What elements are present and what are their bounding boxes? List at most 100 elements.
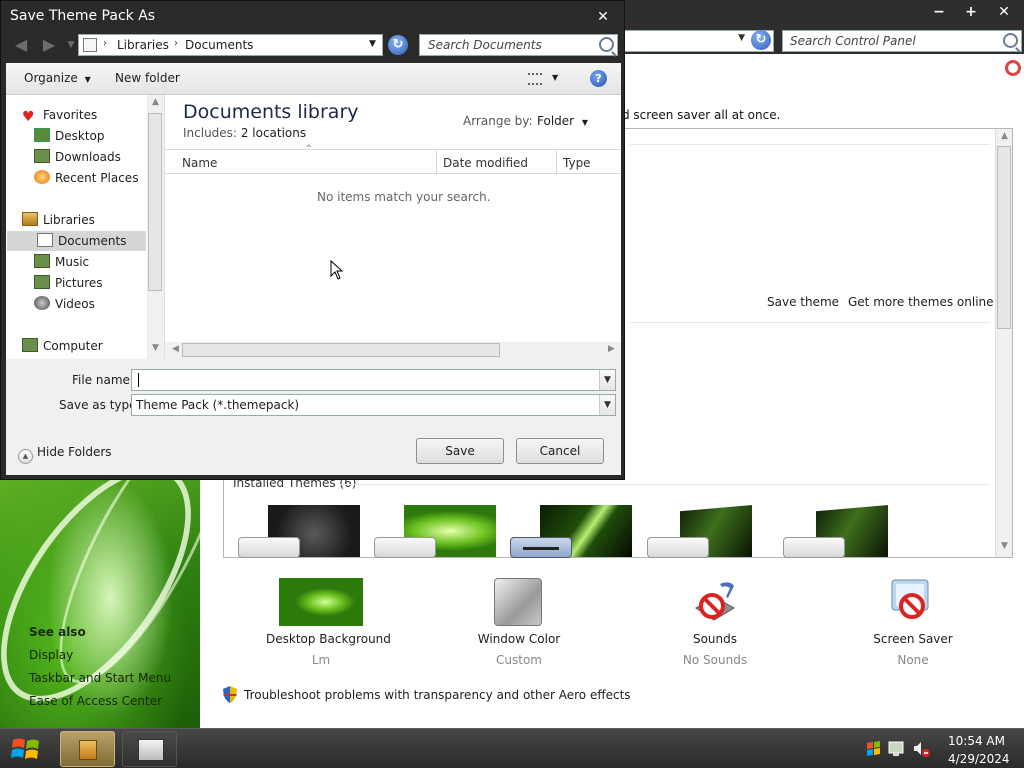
cp-maximize-button[interactable]: + — [957, 2, 985, 22]
file-list-horizontal-scrollbar[interactable]: ◀ ▶ — [165, 342, 621, 359]
cp-search-input[interactable]: Search Control Panel — [782, 30, 1022, 52]
column-name[interactable]: Name — [182, 156, 217, 170]
organize-label: Organize — [24, 71, 78, 85]
dialog-close-button[interactable]: ✕ — [589, 7, 617, 27]
back-arrow-icon[interactable]: ◀ — [11, 36, 31, 54]
see-also-ease-of-access-link[interactable]: Ease of Access Center — [29, 694, 162, 708]
dialog-search-placeholder: Search Documents — [428, 38, 542, 52]
organize-button[interactable]: Organize ▼ — [24, 71, 91, 85]
nav-downloads[interactable]: Downloads — [34, 147, 158, 167]
get-more-themes-link[interactable]: Get more themes online — [848, 295, 994, 309]
search-icon[interactable] — [1003, 33, 1018, 48]
desktop-background-label[interactable]: Desktop Background — [266, 632, 391, 646]
breadcrumb-separator-icon: › — [103, 38, 107, 49]
cp-minimize-button[interactable]: − — [925, 2, 953, 22]
nav-desktop-label: Desktop — [55, 129, 105, 143]
view-options-icon[interactable] — [528, 73, 542, 85]
forward-arrow-icon[interactable]: ▶ — [39, 36, 59, 54]
refresh-icon[interactable]: ↻ — [751, 30, 771, 50]
search-icon[interactable] — [599, 37, 614, 52]
scroll-thumb[interactable] — [997, 146, 1011, 329]
window-color-icon[interactable] — [494, 578, 542, 626]
save-as-type-select[interactable]: Theme Pack (*.themepack) ▼ — [131, 394, 616, 416]
arrange-by-label: Arrange by: — [463, 114, 533, 128]
dialog-search-input[interactable]: Search Documents — [419, 34, 618, 56]
dialog-address-bar[interactable]: › Libraries › Documents ▼ — [78, 34, 383, 56]
taskbar-control-panel[interactable] — [122, 731, 177, 767]
new-folder-button[interactable]: New folder — [115, 71, 180, 85]
column-type[interactable]: Type — [563, 156, 591, 170]
scroll-thumb[interactable] — [182, 343, 500, 357]
taskbar-file-explorer[interactable] — [60, 731, 115, 767]
cp-intro-text: d screen saver all at once. — [622, 108, 781, 122]
refresh-icon[interactable]: ↻ — [388, 35, 408, 55]
column-date-modified[interactable]: Date modified — [443, 156, 528, 170]
clock-time[interactable]: 10:54 AM — [948, 734, 1005, 748]
breadcrumb-documents[interactable]: Documents — [185, 38, 253, 52]
view-chevron-icon[interactable]: ▼ — [552, 73, 558, 82]
cp-close-button[interactable]: ✕ — [990, 2, 1018, 22]
nav-libraries[interactable]: Libraries — [22, 210, 146, 230]
sounds-label[interactable]: Sounds — [660, 632, 770, 646]
control-panel-icon — [138, 739, 164, 761]
see-also-display-link[interactable]: Display — [29, 648, 73, 662]
help-icon[interactable] — [1005, 60, 1021, 76]
nav-documents[interactable]: Documents — [7, 231, 146, 251]
window-color-label[interactable]: Window Color — [464, 632, 574, 646]
themes-vertical-scrollbar[interactable]: ▲ ▼ — [995, 129, 1012, 557]
taskbar: 10:54 AM 4/29/2024 — [0, 728, 1024, 768]
hide-folders-label: Hide Folders — [37, 445, 112, 459]
nav-favorites[interactable]: ♥ Favorites — [22, 105, 146, 125]
chevron-down-icon[interactable]: ▼ — [599, 370, 615, 390]
breadcrumb-libraries[interactable]: Libraries — [117, 38, 169, 52]
chevron-down-icon[interactable]: ▼ — [369, 39, 376, 49]
troubleshoot-link[interactable]: Troubleshoot problems with transparency … — [244, 688, 631, 702]
hide-folders-button[interactable]: ▲ Hide Folders — [18, 445, 112, 464]
arrange-by-dropdown[interactable]: Folder ▼ — [537, 114, 588, 128]
scroll-down-icon[interactable]: ▼ — [996, 541, 1013, 551]
column-separator[interactable] — [436, 150, 437, 174]
nav-recent-places[interactable]: Recent Places — [34, 168, 158, 188]
start-button-windows-icon[interactable] — [10, 734, 42, 764]
cancel-button[interactable]: Cancel — [516, 438, 604, 464]
dialog-title: Save Theme Pack As — [10, 8, 156, 24]
includes-locations-link[interactable]: 2 locations — [241, 126, 306, 140]
file-name-input[interactable]: ▼ — [131, 369, 616, 391]
sounds-icon[interactable] — [690, 578, 740, 624]
theme-swatch — [374, 537, 436, 558]
nav-music[interactable]: Music — [34, 252, 158, 272]
chevron-down-icon[interactable]: ▼ — [599, 395, 615, 415]
network-icon[interactable] — [888, 741, 904, 756]
action-center-flag-icon[interactable] — [867, 741, 880, 756]
see-also-taskbar-link[interactable]: Taskbar and Start Menu — [29, 671, 171, 685]
help-icon[interactable]: ? — [590, 70, 607, 87]
scroll-up-icon[interactable]: ▲ — [996, 131, 1013, 141]
column-separator[interactable] — [556, 150, 557, 174]
scroll-right-icon[interactable]: ▶ — [603, 344, 620, 354]
nav-pictures[interactable]: Pictures — [34, 273, 158, 293]
save-button[interactable]: Save — [416, 438, 504, 464]
documents-icon — [37, 233, 53, 247]
nav-vertical-scrollbar[interactable]: ▲ ▼ — [147, 95, 164, 359]
recent-places-icon — [34, 170, 50, 184]
save-theme-link[interactable]: Save theme — [767, 295, 839, 309]
shield-icon — [223, 686, 237, 703]
clock-date[interactable]: 4/29/2024 — [948, 752, 1010, 766]
location-icon — [83, 38, 97, 52]
screen-saver-icon[interactable] — [888, 578, 938, 624]
nav-computer[interactable]: Computer — [22, 336, 146, 356]
file-list-pane: Documents library Includes: 2 locations … — [165, 95, 621, 359]
music-icon — [34, 254, 50, 268]
nav-videos[interactable]: Videos — [34, 294, 158, 314]
scroll-up-icon[interactable]: ▲ — [147, 97, 164, 107]
scroll-down-icon[interactable]: ▼ — [147, 343, 164, 353]
empty-message: No items match your search. — [317, 190, 491, 204]
scroll-thumb[interactable] — [148, 113, 162, 291]
theme-swatch — [238, 537, 300, 558]
volume-muted-icon[interactable] — [914, 742, 930, 757]
nav-desktop[interactable]: Desktop — [34, 126, 158, 146]
screen-saver-label[interactable]: Screen Saver — [858, 632, 968, 646]
library-icon — [79, 740, 97, 760]
chevron-down-icon[interactable]: ▼ — [738, 33, 745, 43]
desktop-background-icon[interactable] — [279, 578, 363, 626]
